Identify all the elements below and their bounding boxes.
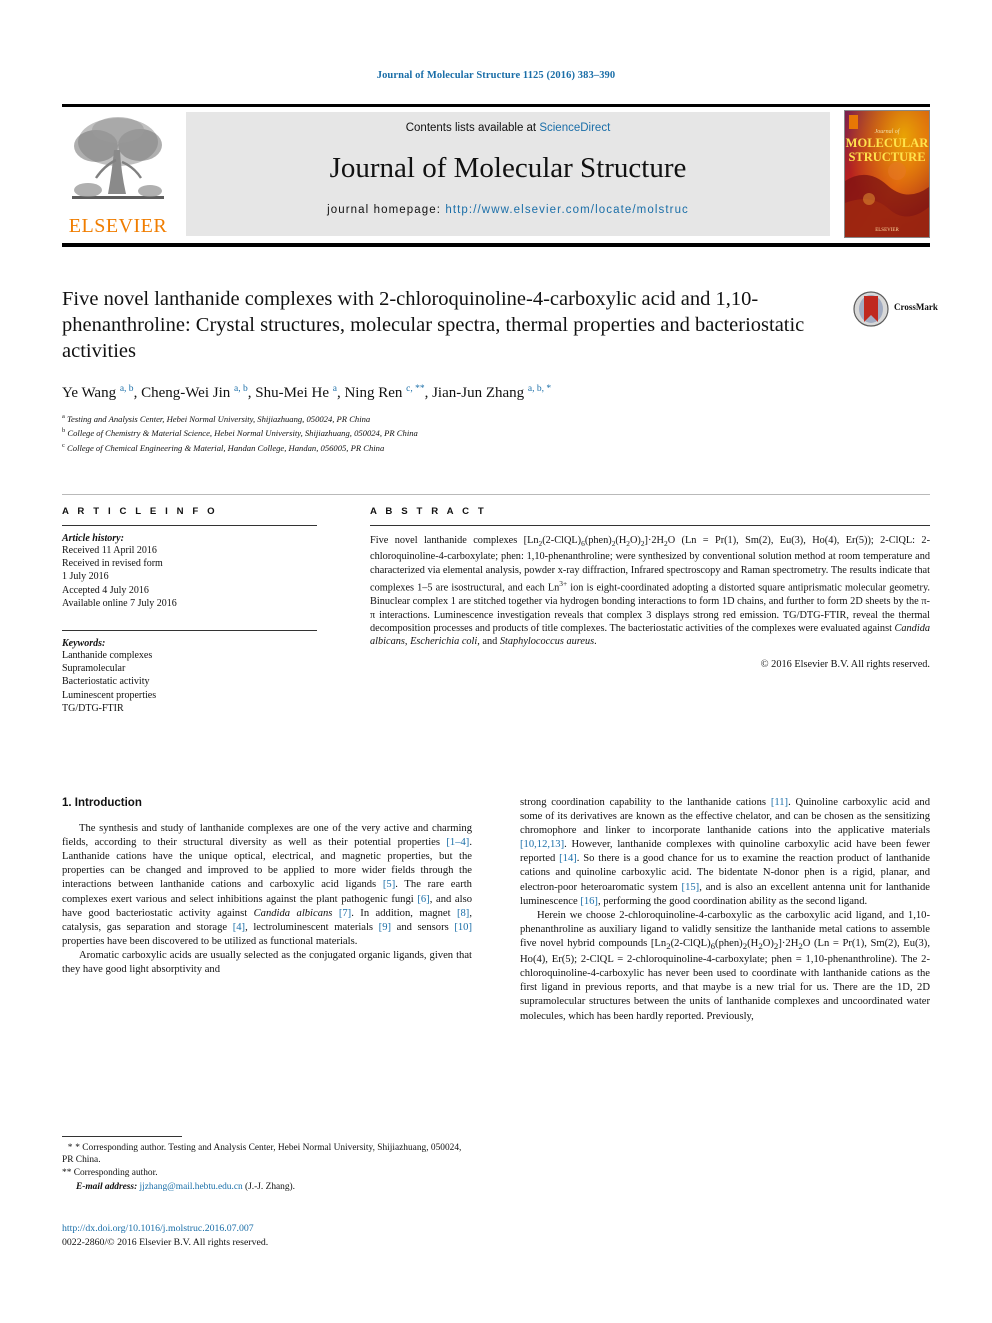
running-head: Journal of Molecular Structure 1125 (201… xyxy=(376,70,616,81)
cover-title-line1: MOLECULAR xyxy=(846,136,929,150)
crossmark-label: CrossMark xyxy=(894,302,938,312)
paper-page: Journal of Molecular Structure 1125 (201… xyxy=(0,0,992,1323)
keywords-label: Keywords: xyxy=(62,638,106,650)
abstract-box: A B S T R A C T Five novel lanthanide co… xyxy=(370,506,930,670)
journal-masthead: ELSEVIER Contents lists available at Sci… xyxy=(62,110,930,238)
doi-link[interactable]: http://dx.doi.org/10.1016/j.molstruc.201… xyxy=(62,1222,472,1236)
affiliation-mark-a: a xyxy=(62,413,65,420)
section-heading-introduction: 1. Introduction xyxy=(62,797,142,809)
title-block: Five novel lanthanide complexes with 2-c… xyxy=(62,286,832,454)
journal-title: Journal of Molecular Structure xyxy=(329,152,687,184)
footnote-block: * * Corresponding author. Testing and An… xyxy=(62,1142,472,1194)
intro-paragraph-2: Aromatic carboxylic acids are usually se… xyxy=(62,949,472,976)
journal-homepage-line: journal homepage: http://www.elsevier.co… xyxy=(186,204,830,216)
footnote-rule xyxy=(62,1136,182,1137)
keyword-item: TG/DTG-FTIR xyxy=(62,702,124,714)
email-address-link[interactable]: jjzhang@mail.hebtu.edu.cn xyxy=(140,1182,243,1192)
homepage-prefix: journal homepage: xyxy=(327,204,446,216)
elsevier-logo: ELSEVIER xyxy=(62,112,174,238)
journal-cover-thumbnail[interactable]: Journal of MOLECULAR STRUCTURE ELSEVIER xyxy=(844,110,930,238)
article-info-heading: A R T I C L E I N F O xyxy=(62,506,218,517)
affiliation-mark-c: c xyxy=(62,441,65,449)
masthead-banner: Contents lists available at ScienceDirec… xyxy=(186,112,830,236)
article-info-divider xyxy=(62,525,317,526)
footnote-corresponding-1: * * Corresponding author. Testing and An… xyxy=(62,1142,472,1167)
affiliation-b: b College of Chemistry & Material Scienc… xyxy=(62,425,832,439)
footnote-corresponding-2: ** Corresponding author. xyxy=(62,1167,472,1179)
affiliation-mark-b: b xyxy=(62,427,66,435)
article-info-box: A R T I C L E I N F O Article history: R… xyxy=(62,506,317,715)
keyword-item: Bacteriostatic activity xyxy=(62,676,150,688)
cover-title-line2: STRUCTURE xyxy=(848,150,925,164)
footnote-email-row: E-mail address: jjzhang@mail.hebtu.edu.c… xyxy=(62,1181,472,1193)
crossmark-icon xyxy=(853,291,889,327)
article-history-label: Article history: xyxy=(62,533,124,544)
abstract-body: Five novel lanthanide complexes [Ln2(2-C… xyxy=(370,535,930,648)
author-list: Ye Wang a, b, Cheng-Wei Jin a, b, Shu-Me… xyxy=(62,384,552,401)
keyword-item: Lanthanide complexes xyxy=(62,650,153,662)
sciencedirect-link[interactable]: ScienceDirect xyxy=(539,122,610,134)
homepage-url-link[interactable]: http://www.elsevier.com/locate/molstruc xyxy=(445,204,689,216)
keyword-item: Luminescent properties xyxy=(62,689,157,701)
intro-paragraph-1: The synthesis and study of lanthanide co… xyxy=(62,823,472,947)
journal-cover-art: Journal of MOLECULAR STRUCTURE ELSEVIER xyxy=(845,111,929,237)
body-column-right: strong coordination capability to the la… xyxy=(520,796,930,1024)
history-revised-date: 1 July 2016 xyxy=(62,571,109,583)
page-title: Five novel lanthanide complexes with 2-c… xyxy=(62,288,805,362)
footer-identifiers: http://dx.doi.org/10.1016/j.molstruc.201… xyxy=(62,1222,472,1249)
contents-available-line: Contents lists available at ScienceDirec… xyxy=(186,122,830,134)
affiliation-text-a: Testing and Analysis Center, Hebei Norma… xyxy=(67,413,371,424)
affiliation-text-b: College of Chemistry & Material Science,… xyxy=(67,428,418,439)
abstract-copyright: © 2016 Elsevier B.V. All rights reserved… xyxy=(760,658,930,670)
history-available-online: Available online 7 July 2016 xyxy=(62,597,177,609)
abstract-heading: A B S T R A C T xyxy=(370,506,487,517)
affiliation-a: a Testing and Analysis Center, Hebei Nor… xyxy=(62,411,832,425)
keywords-block: Keywords: Lanthanide complexes Supramole… xyxy=(62,630,317,715)
footnote-text-1: * Corresponding author. Testing and Anal… xyxy=(62,1143,462,1166)
contents-prefix: Contents lists available at xyxy=(405,122,540,134)
cover-footer: ELSEVIER xyxy=(875,228,899,233)
crossmark-badge[interactable]: CrossMark xyxy=(852,288,938,334)
keyword-item: Supramolecular xyxy=(62,663,126,675)
history-received: Received 11 April 2016 xyxy=(62,545,157,556)
masthead-bottom-rule xyxy=(62,243,930,247)
email-address-label: E-mail address: xyxy=(76,1182,138,1193)
cover-kicker: Journal of xyxy=(875,128,901,135)
body-column-left: 1. Introduction The synthesis and study … xyxy=(62,796,472,977)
issn-copyright-line: 0022-2860/© 2016 Elsevier B.V. All right… xyxy=(62,1236,269,1248)
email-owner: (J.-J. Zhang). xyxy=(245,1182,296,1193)
affiliation-c: c College of Chemical Engineering & Mate… xyxy=(62,440,832,454)
footnote-mark-single: * xyxy=(62,1143,73,1153)
history-accepted: Accepted 4 July 2016 xyxy=(62,584,149,596)
intro-paragraph-4: Herein we choose 2-chloroquinoline-4-car… xyxy=(520,909,930,1022)
footnote-text-2: ** Corresponding author. xyxy=(62,1167,158,1178)
elsevier-tree-icon xyxy=(72,117,164,199)
affiliation-list: a Testing and Analysis Center, Hebei Nor… xyxy=(62,411,832,454)
affiliation-text-c: College of Chemical Engineering & Materi… xyxy=(67,442,385,453)
keywords-divider xyxy=(62,630,317,632)
history-revised-form: Received in revised form xyxy=(62,558,163,570)
abstract-divider xyxy=(370,525,930,526)
info-section-rule xyxy=(62,494,930,495)
elsevier-wordmark: ELSEVIER xyxy=(68,215,168,237)
intro-paragraph-3: strong coordination capability to the la… xyxy=(520,797,930,907)
masthead-top-rule xyxy=(62,104,930,107)
